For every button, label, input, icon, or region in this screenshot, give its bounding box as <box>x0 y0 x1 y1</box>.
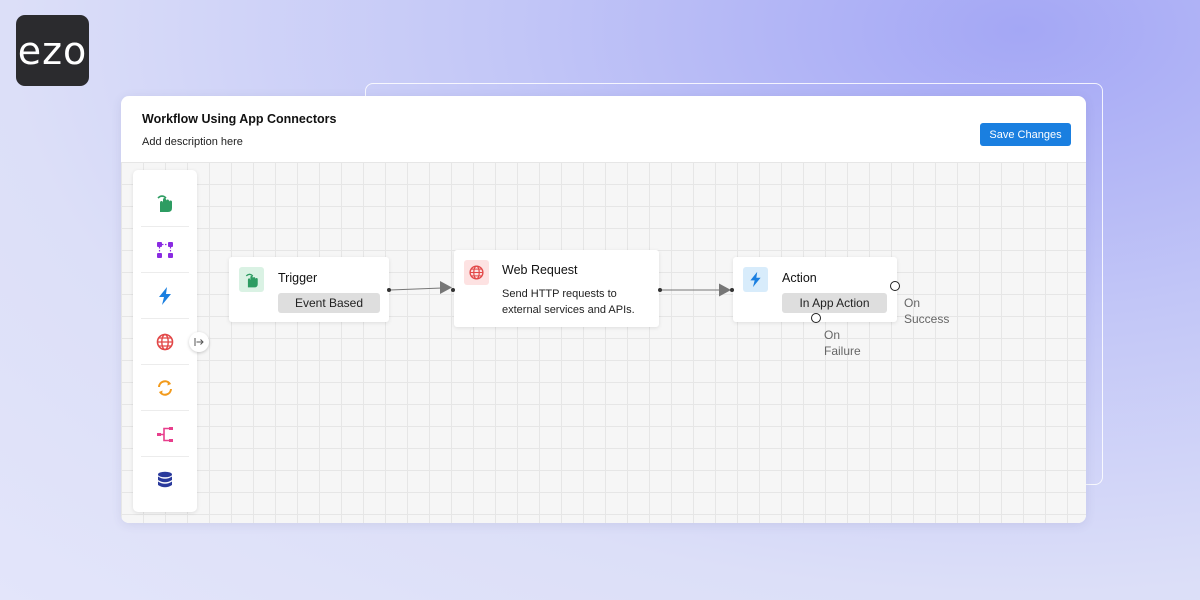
hand-tap-icon <box>245 273 258 287</box>
action-type-chip[interactable]: In App Action <box>782 293 887 313</box>
web-request-node-title: Web Request <box>502 263 578 277</box>
web-request-description-line: Send HTTP requests to <box>502 288 617 300</box>
on-failure-label-line: On <box>824 328 841 342</box>
save-changes-button[interactable]: Save Changes <box>980 123 1071 146</box>
trigger-node[interactable]: Trigger Event Based <box>229 257 389 322</box>
trigger-node-title: Trigger <box>278 271 318 285</box>
web-request-description-line: external services and APIs. <box>502 304 635 316</box>
on-failure-label-line: Failure <box>824 344 861 358</box>
action-node-icon <box>743 267 768 292</box>
action-node-title: Action <box>782 271 817 285</box>
logo-text: ezo <box>17 28 88 73</box>
on-success-label-line: On <box>904 296 921 310</box>
lightning-icon <box>750 271 761 288</box>
on-failure-label: On Failure <box>824 327 861 359</box>
web-request-description: Send HTTP requests to external services … <box>502 286 642 318</box>
trigger-output-port[interactable] <box>387 288 391 292</box>
on-success-label-line: Success <box>904 312 950 326</box>
trigger-node-icon <box>239 267 264 292</box>
workflow-description[interactable]: Add description here <box>142 136 243 148</box>
connection-lines <box>389 281 731 297</box>
web-request-input-port[interactable] <box>451 288 455 292</box>
web-request-node-icon <box>464 260 489 285</box>
web-request-node[interactable]: Web Request Send HTTP requests to extern… <box>454 250 659 327</box>
trigger-type-chip[interactable]: Event Based <box>278 293 380 313</box>
on-success-label: On Success <box>904 295 949 327</box>
on-failure-port[interactable] <box>811 313 821 323</box>
arrowhead <box>440 281 452 294</box>
workflow-canvas[interactable]: Trigger Event Based Web Request Send HTT… <box>121 162 1086 523</box>
action-input-port[interactable] <box>730 288 734 292</box>
workflow-title[interactable]: Workflow Using App Connectors <box>142 112 336 126</box>
web-request-output-port[interactable] <box>658 288 662 292</box>
on-success-port[interactable] <box>890 281 900 291</box>
ezo-logo: ezo <box>16 15 89 86</box>
workflow-editor-card: Workflow Using App Connectors Add descri… <box>121 96 1086 523</box>
globe-icon <box>469 265 484 280</box>
